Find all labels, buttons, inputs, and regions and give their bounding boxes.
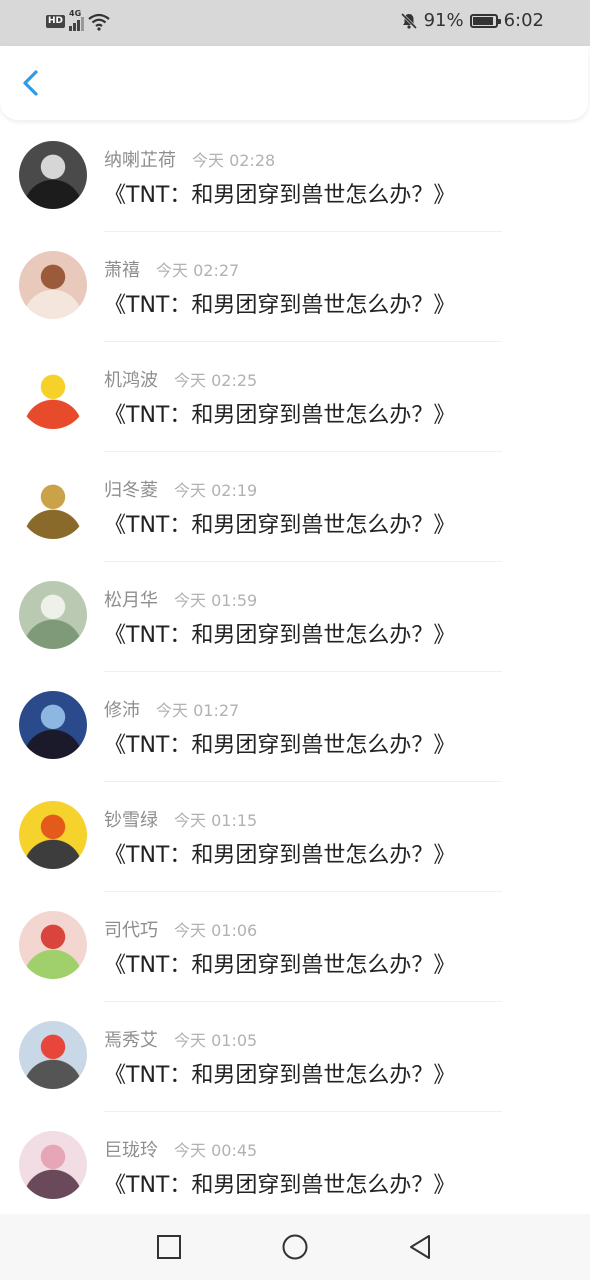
timestamp: 今天 00:45 (174, 1141, 258, 1160)
chevron-left-icon (23, 70, 38, 96)
item-meta: 萧禧 今天 02:27 (104, 256, 239, 282)
timestamp: 今天 02:19 (174, 481, 258, 500)
user-name[interactable]: 机鸿波 (104, 366, 158, 392)
timestamp: 今天 02:25 (174, 371, 258, 390)
avatar[interactable] (19, 471, 87, 539)
item-meta: 松月华 今天 01:59 (104, 586, 257, 612)
avatar[interactable] (19, 581, 87, 649)
user-name[interactable]: 钞雪绿 (104, 806, 158, 832)
timestamp: 今天 02:28 (192, 151, 276, 170)
list-item[interactable]: 钞雪绿 今天 01:15 《TNT：和男团穿到兽世怎么办？》 (0, 782, 590, 892)
user-name[interactable]: 归冬菱 (104, 476, 158, 502)
signal-icon: 4G (69, 9, 85, 31)
timestamp: 今天 02:27 (156, 261, 240, 280)
recent-apps-button[interactable] (154, 1232, 184, 1262)
user-name[interactable]: 修沛 (104, 696, 140, 722)
user-name[interactable]: 司代巧 (104, 916, 158, 942)
avatar[interactable] (19, 801, 87, 869)
avatar[interactable] (19, 1021, 87, 1089)
book-title[interactable]: 《TNT：和男团穿到兽世怎么办？》 (104, 1167, 455, 1199)
comment-list: 纳喇芷荷 今天 02:28 《TNT：和男团穿到兽世怎么办？》 萧禧 今天 02:27 《… (0, 122, 590, 1214)
avatar[interactable] (19, 361, 87, 429)
list-item[interactable]: 司代巧 今天 01:06 《TNT：和男团穿到兽世怎么办？》 (0, 892, 590, 1002)
avatar[interactable] (19, 141, 87, 209)
user-name[interactable]: 巨珑玲 (104, 1136, 158, 1162)
list-item[interactable]: 松月华 今天 01:59 《TNT：和男团穿到兽世怎么办？》 (0, 562, 590, 672)
list-item[interactable]: 巨珑玲 今天 00:45 《TNT：和男团穿到兽世怎么办？》 (0, 1112, 590, 1214)
nav-back-button[interactable] (405, 1232, 435, 1262)
book-title[interactable]: 《TNT：和男团穿到兽世怎么办？》 (104, 727, 455, 759)
status-right: 91% 6:02 (400, 10, 544, 31)
user-name[interactable]: 松月华 (104, 586, 158, 612)
book-title[interactable]: 《TNT：和男团穿到兽世怎么办？》 (104, 617, 455, 649)
timestamp: 今天 01:27 (156, 701, 240, 720)
book-title[interactable]: 《TNT：和男团穿到兽世怎么办？》 (104, 507, 455, 539)
user-name[interactable]: 焉秀艾 (104, 1026, 158, 1052)
book-title[interactable]: 《TNT：和男团穿到兽世怎么办？》 (104, 1057, 455, 1089)
avatar[interactable] (19, 691, 87, 759)
item-meta: 巨珑玲 今天 00:45 (104, 1136, 257, 1162)
navigation-bar (0, 1214, 590, 1280)
timestamp: 今天 01:59 (174, 591, 258, 610)
item-meta: 钞雪绿 今天 01:15 (104, 806, 257, 832)
wifi-icon (88, 13, 110, 31)
user-name[interactable]: 纳喇芷荷 (104, 146, 176, 172)
book-title[interactable]: 《TNT：和男团穿到兽世怎么办？》 (104, 947, 455, 979)
battery-percent: 91% (423, 10, 464, 31)
book-title[interactable]: 《TNT：和男团穿到兽世怎么办？》 (104, 177, 455, 209)
triangle-back-icon (410, 1235, 430, 1259)
clock: 6:02 (503, 10, 544, 31)
user-name[interactable]: 萧禧 (104, 256, 140, 282)
avatar[interactable] (19, 251, 87, 319)
status-bar: HD 4G 91% 6:02 (0, 0, 590, 46)
list-item[interactable]: 纳喇芷荷 今天 02:28 《TNT：和男团穿到兽世怎么办？》 (0, 122, 590, 232)
timestamp: 今天 01:15 (174, 811, 258, 830)
item-meta: 焉秀艾 今天 01:05 (104, 1026, 257, 1052)
top-bar (0, 46, 588, 120)
status-left: HD 4G (46, 9, 110, 31)
network-type: 4G (69, 9, 82, 18)
back-button[interactable] (14, 66, 48, 100)
item-meta: 机鸿波 今天 02:25 (104, 366, 257, 392)
timestamp: 今天 01:06 (174, 921, 258, 940)
item-meta: 纳喇芷荷 今天 02:28 (104, 146, 275, 172)
timestamp: 今天 01:05 (174, 1031, 258, 1050)
list-item[interactable]: 机鸿波 今天 02:25 《TNT：和男团穿到兽世怎么办？》 (0, 342, 590, 452)
circle-icon (282, 1234, 308, 1260)
list-item[interactable]: 归冬菱 今天 02:19 《TNT：和男团穿到兽世怎么办？》 (0, 452, 590, 562)
hd-badge: HD (46, 15, 66, 28)
avatar[interactable] (19, 1131, 87, 1199)
book-title[interactable]: 《TNT：和男团穿到兽世怎么办？》 (104, 287, 455, 319)
item-meta: 归冬菱 今天 02:19 (104, 476, 257, 502)
item-meta: 司代巧 今天 01:06 (104, 916, 257, 942)
avatar[interactable] (19, 911, 87, 979)
home-button[interactable] (280, 1232, 310, 1262)
item-meta: 修沛 今天 01:27 (104, 696, 239, 722)
battery-icon (469, 13, 501, 28)
list-item[interactable]: 焉秀艾 今天 01:05 《TNT：和男团穿到兽世怎么办？》 (0, 1002, 590, 1112)
book-title[interactable]: 《TNT：和男团穿到兽世怎么办？》 (104, 837, 455, 869)
mute-bell-icon (400, 12, 417, 29)
square-icon (157, 1235, 181, 1259)
book-title[interactable]: 《TNT：和男团穿到兽世怎么办？》 (104, 397, 455, 429)
list-item[interactable]: 萧禧 今天 02:27 《TNT：和男团穿到兽世怎么办？》 (0, 232, 590, 342)
list-item[interactable]: 修沛 今天 01:27 《TNT：和男团穿到兽世怎么办？》 (0, 672, 590, 782)
